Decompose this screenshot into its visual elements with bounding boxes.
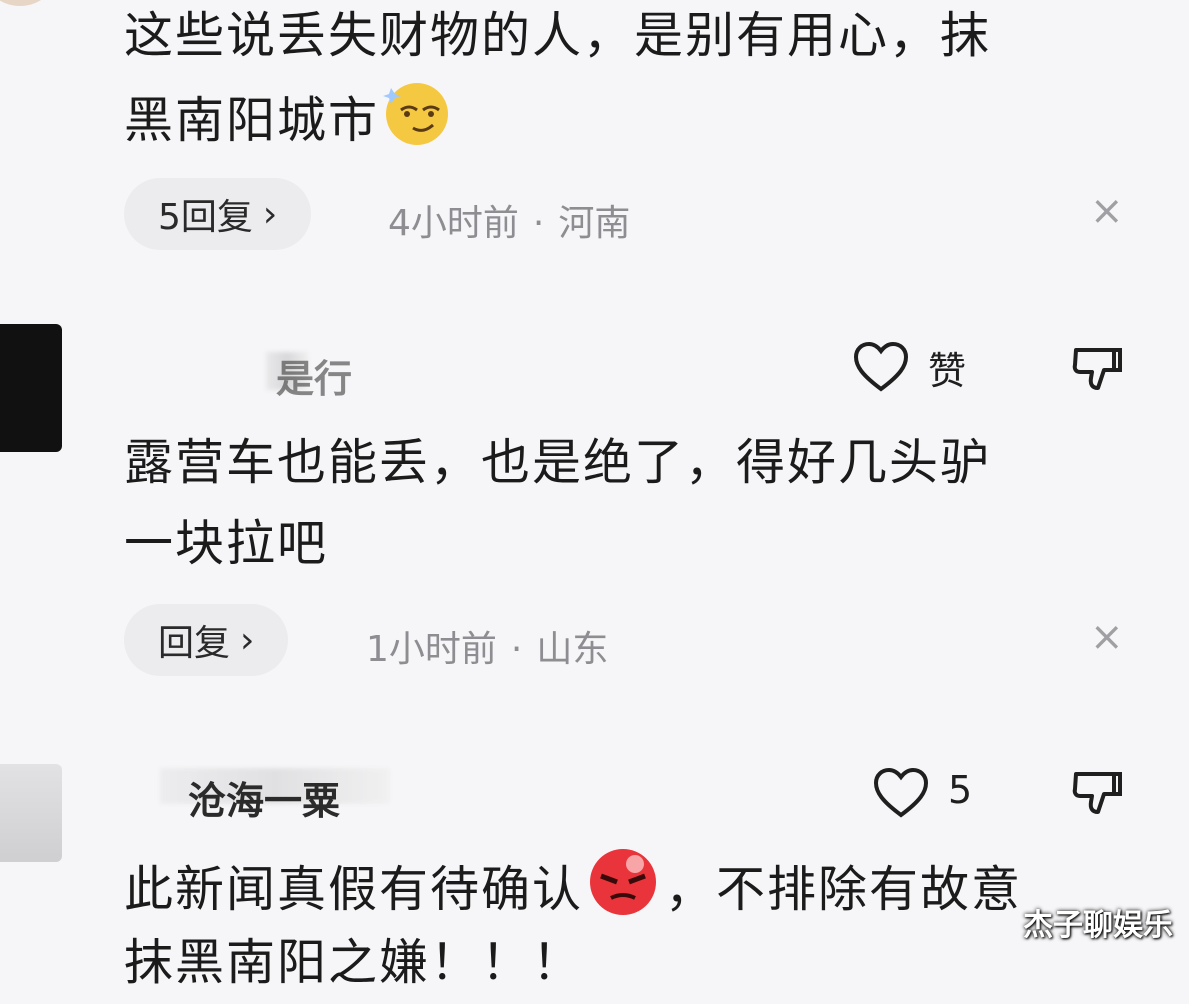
comment-2-meta: 1小时前 · 山东 — [366, 620, 608, 672]
comment-2-time: 1小时前 — [366, 629, 497, 670]
like-button[interactable] — [852, 340, 910, 398]
comment-3-text-part-1: 此新闻真假有待确认 — [124, 861, 584, 918]
watermark: 杰子聊娱乐 — [1023, 908, 1173, 943]
like-button[interactable] — [872, 766, 930, 824]
meta-separator: · — [532, 203, 545, 244]
thumbs-down-icon — [1072, 348, 1122, 390]
comment-2-username[interactable]: 是行 — [276, 348, 352, 403]
chevron-right-icon: › — [262, 193, 278, 235]
dislike-button[interactable] — [1070, 768, 1126, 824]
thumbs-down-icon — [1072, 772, 1122, 814]
reply-button[interactable]: 回复 › — [124, 604, 289, 676]
smug-face-icon — [379, 76, 453, 171]
meta-separator: · — [510, 629, 523, 670]
comment-3-text-part-2: ，不排除有故意 — [665, 861, 1023, 918]
dislike-button[interactable] — [1070, 344, 1126, 400]
comment-1-location: 河南 — [558, 203, 631, 244]
reply-button-label: 回复 — [158, 623, 231, 664]
comment-1-text-line-1: 这些说丢失财物的人，是别有用心，抹 — [124, 7, 992, 64]
avatar[interactable] — [0, 764, 62, 862]
comment-3-text-line-2: 抹黑南阳之嫌！！！ — [124, 934, 584, 991]
comment-2-text-line-1: 露营车也能丢，也是绝了，得好几头驴 — [124, 434, 992, 491]
heart-icon — [853, 341, 909, 392]
like-count: 5 — [948, 768, 973, 812]
comment-1-text-line-2: 黑南阳城市 — [124, 76, 453, 171]
comment-1-meta: 4小时前 · 河南 — [388, 194, 630, 246]
close-icon[interactable]: × — [1090, 614, 1124, 660]
comment-2-text-line-2: 一块拉吧 — [124, 515, 329, 572]
angry-face-icon — [583, 842, 665, 943]
comment-1-text-line-2-label: 黑南阳城市 — [124, 92, 380, 149]
comment-1-time: 4小时前 — [388, 203, 519, 244]
comment-2-location: 山东 — [536, 629, 609, 670]
replies-button-label: 5回复 — [158, 197, 253, 238]
avatar[interactable] — [0, 324, 62, 452]
like-label[interactable]: 赞 — [928, 340, 966, 395]
avatar-partial-top[interactable] — [0, 0, 60, 6]
chevron-right-icon: › — [240, 619, 255, 661]
heart-icon — [873, 767, 929, 818]
comment-3-username[interactable]: 沧海一粟 — [188, 770, 340, 825]
replies-button[interactable]: 5回复 › — [124, 178, 312, 250]
close-icon[interactable]: × — [1090, 188, 1124, 234]
